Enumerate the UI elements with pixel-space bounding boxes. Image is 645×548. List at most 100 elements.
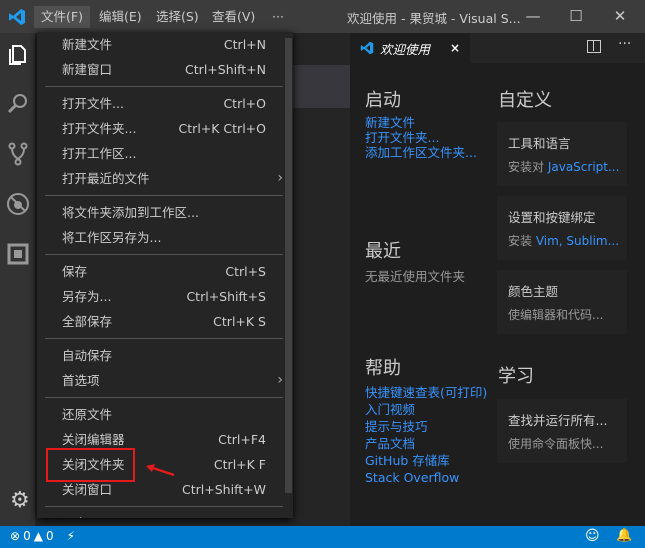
menu-item-shortcut: Ctrl+Shift+N <box>185 62 266 77</box>
card-desc: 使用命令面板快... <box>508 437 604 451</box>
card-desc: 安装 <box>508 234 536 248</box>
menu-item-shortcut: Ctrl+K Ctrl+O <box>178 121 266 136</box>
debug-icon[interactable] <box>5 191 31 217</box>
more-actions-icon[interactable]: ··· <box>618 36 631 52</box>
menu-item-shortcut: Ctrl+N <box>223 37 266 52</box>
window-title: 欢迎使用 - 果贸城 - Visual S... <box>347 11 521 26</box>
menu-separator <box>37 250 293 259</box>
card-link[interactable]: Vim, Sublim... <box>536 234 619 248</box>
card-title: 工具和语言 <box>508 136 571 151</box>
menu-item[interactable]: 新建文件 Ctrl+N <box>37 32 293 57</box>
menu-item-shortcut: Ctrl+Shift+W <box>182 482 266 497</box>
link-tips-tricks[interactable]: 提示与技巧 <box>365 418 487 435</box>
minimize-button[interactable]: — <box>523 6 543 26</box>
close-window-button[interactable]: ✕ <box>610 6 630 26</box>
tab-label: 欢迎使用 <box>380 41 431 57</box>
card-title: 设置和按键绑定 <box>508 210 596 225</box>
highlight-box <box>46 448 135 482</box>
card-link[interactable]: JavaScript... <box>548 160 620 174</box>
menu-item[interactable]: 打开工作区... <box>37 141 293 166</box>
card-title: 查找并运行所有... <box>508 413 608 428</box>
menu-item-label: 新建文件 <box>62 37 113 52</box>
card-title: 颜色主题 <box>508 284 559 299</box>
menu-item-shortcut: Ctrl+K F <box>213 457 266 472</box>
link-stack-overflow[interactable]: Stack Overflow <box>365 469 487 486</box>
menu-item[interactable]: 打开文件... Ctrl+O <box>37 91 293 116</box>
link-intro-videos[interactable]: 入门视频 <box>365 401 487 418</box>
status-bar: ⊗ 0 ▲ 0 ⚡ ☺ 🔔 <box>0 526 645 548</box>
chevron-right-icon: › <box>277 372 283 388</box>
vscode-tab-icon <box>360 41 374 55</box>
menu-more[interactable]: ··· <box>265 6 291 28</box>
link-keyboard-cheatsheet[interactable]: 快捷键速查表(可打印) <box>365 384 487 401</box>
menu-item-label: 打开最近的文件 <box>62 171 150 186</box>
feedback-smiley-icon[interactable]: ☺ <box>585 528 600 544</box>
menu-item[interactable]: 自动保存 <box>37 343 293 368</box>
help-heading: 帮助 <box>365 358 401 379</box>
extensions-icon[interactable] <box>5 241 31 267</box>
menu-separator <box>37 191 293 200</box>
menu-item[interactable]: 首选项 › <box>37 368 293 393</box>
notifications-bell-icon[interactable]: 🔔 <box>616 528 632 543</box>
lightning-icon[interactable]: ⚡ <box>67 529 75 543</box>
menu-item-shortcut: Ctrl+O <box>223 96 266 111</box>
card-settings-keybindings[interactable]: 设置和按键绑定 安装 Vim, Sublim... <box>497 196 627 260</box>
explorer-icon[interactable] <box>5 41 31 67</box>
tab-close-button[interactable]: × <box>450 41 460 55</box>
menu-item-label: 打开文件... <box>62 96 124 111</box>
menu-file[interactable]: 文件(F) <box>34 6 90 28</box>
learn-heading: 学习 <box>498 366 534 387</box>
help-links: 快捷键速查表(可打印) 入门视频 提示与技巧 产品文档 GitHub 存储库 S… <box>365 384 487 486</box>
settings-gear-icon[interactable]: ⚙ <box>10 488 30 513</box>
source-control-icon[interactable] <box>5 141 31 167</box>
menu-item[interactable]: 保存 Ctrl+S <box>37 259 293 284</box>
menu-item-shortcut: Ctrl+S <box>225 264 266 279</box>
tab-welcome[interactable]: 欢迎使用 × <box>350 33 470 63</box>
menu-edit[interactable]: 编辑(E) <box>92 6 149 28</box>
error-count: 0 <box>23 529 31 543</box>
customize-heading: 自定义 <box>498 90 552 111</box>
menu-item-label: 保存 <box>62 264 88 279</box>
recent-heading: 最近 <box>365 241 401 262</box>
menu-item-label: 打开工作区... <box>62 146 137 161</box>
menu-separator <box>37 502 293 511</box>
error-icon: ⊗ <box>10 529 21 543</box>
search-icon[interactable] <box>5 91 31 117</box>
link-product-docs[interactable]: 产品文档 <box>365 435 487 452</box>
problems-indicator[interactable]: ⊗ 0 ▲ 0 ⚡ <box>10 529 75 543</box>
card-color-theme[interactable]: 颜色主题 使编辑器和代码... <box>497 270 627 334</box>
menu-item[interactable]: 打开最近的文件 › <box>37 166 293 191</box>
link-new-file[interactable]: 新建文件 <box>365 115 477 130</box>
card-tools-languages[interactable]: 工具和语言 安装对 JavaScript... <box>497 122 627 186</box>
menu-item-label: 将文件夹添加到工作区... <box>62 205 199 220</box>
menu-item-label: 另存为... <box>62 289 112 304</box>
menu-item[interactable]: 还原文件 <box>37 402 293 427</box>
menu-item[interactable]: 退出 <box>37 511 293 518</box>
warning-icon: ▲ <box>33 529 43 543</box>
file-menu-dropdown: 新建文件 Ctrl+N 新建窗口 Ctrl+Shift+N 打开文件... Ctrl+O 打… <box>37 32 293 518</box>
menu-scrollbar[interactable] <box>285 38 292 493</box>
menu-item[interactable]: 将工作区另存为... <box>37 225 293 250</box>
menu-separator <box>37 82 293 91</box>
menu-item[interactable]: 将文件夹添加到工作区... <box>37 200 293 225</box>
split-editor-icon[interactable] <box>587 40 601 53</box>
menu-item[interactable]: 全部保存 Ctrl+K S <box>37 309 293 334</box>
warning-count: 0 <box>45 529 54 543</box>
menu-item-label: 首选项 <box>62 373 100 388</box>
menu-item-label: 新建窗口 <box>62 62 113 77</box>
menu-item-shortcut: Ctrl+Shift+S <box>186 289 266 304</box>
link-open-folder[interactable]: 打开文件夹... <box>365 130 477 145</box>
card-command-palette[interactable]: 查找并运行所有... 使用命令面板快... <box>497 399 627 463</box>
vscode-logo-icon <box>9 9 25 25</box>
menu-item[interactable]: 新建窗口 Ctrl+Shift+N <box>37 57 293 82</box>
sidebar-header <box>293 65 350 108</box>
link-github-repo[interactable]: GitHub 存储库 <box>365 452 487 469</box>
menu-view[interactable]: 查看(V) <box>205 6 262 28</box>
start-heading: 启动 <box>365 90 401 111</box>
link-add-workspace-folder[interactable]: 添加工作区文件夹... <box>365 145 477 160</box>
menu-item-label: 全部保存 <box>62 314 113 329</box>
menu-item[interactable]: 另存为... Ctrl+Shift+S <box>37 284 293 309</box>
menu-item[interactable]: 打开文件夹... Ctrl+K Ctrl+O <box>37 116 293 141</box>
maximize-button[interactable]: ☐ <box>566 6 586 26</box>
menu-selection[interactable]: 选择(S) <box>149 6 206 28</box>
